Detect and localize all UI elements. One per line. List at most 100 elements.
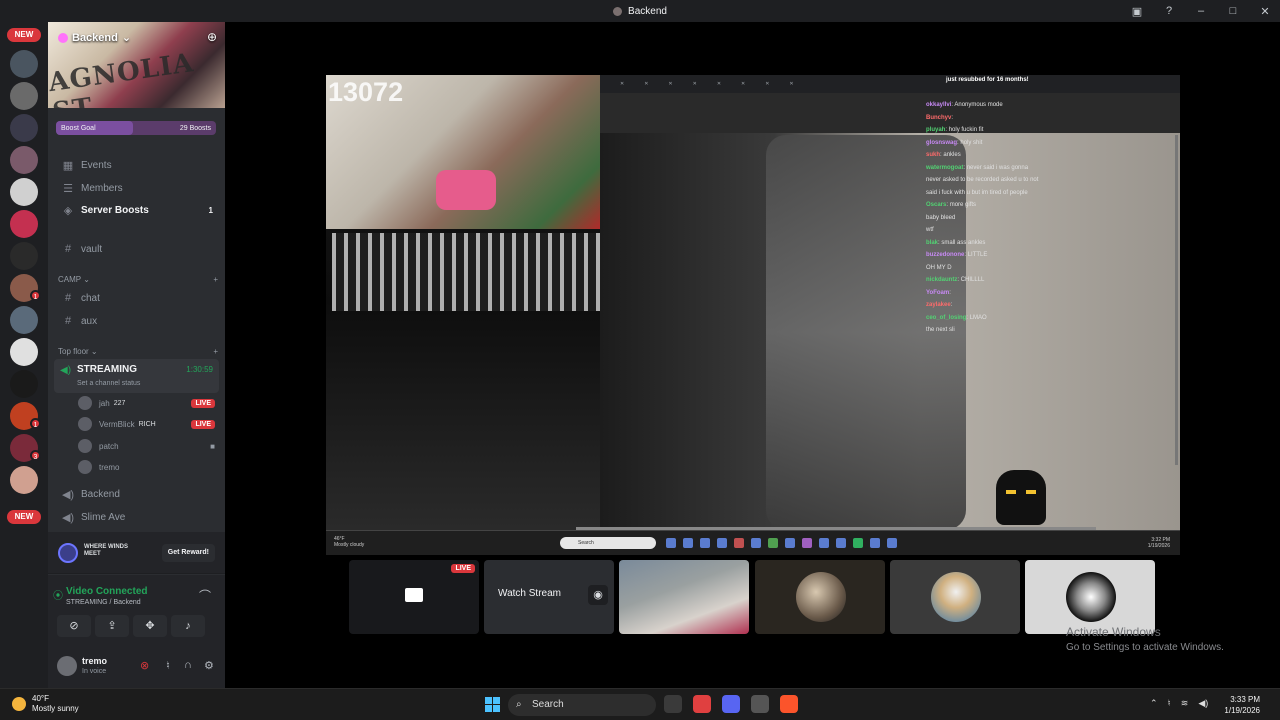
captured-browser-toolbar	[600, 93, 1180, 133]
voice-location[interactable]: STREAMING / Backend	[66, 599, 141, 606]
game-stream-tile[interactable]	[619, 560, 749, 634]
voice-member[interactable]: patch ■	[78, 437, 215, 455]
server-icon	[613, 6, 623, 16]
server-icon[interactable]	[10, 370, 38, 398]
participant-tile[interactable]	[890, 560, 1020, 634]
participant-tile[interactable]	[755, 560, 885, 634]
settings-gear-icon[interactable]: ⚙	[204, 659, 214, 672]
deafened-icon[interactable]: ⊗	[140, 659, 149, 672]
close-button[interactable]: ✕	[1258, 5, 1272, 18]
voice-channel-slime-ave[interactable]: ◀) Slime Ave	[56, 507, 219, 527]
app-icon[interactable]	[751, 695, 769, 713]
maximize-button[interactable]: □	[1226, 5, 1240, 17]
server-icon[interactable]	[10, 306, 38, 334]
chevron-up-icon[interactable]: ⌃	[1150, 698, 1158, 709]
headphones-icon[interactable]: ∩	[184, 659, 192, 671]
category-top-floor[interactable]: Top floor ⌄ +	[58, 344, 218, 358]
brave-icon[interactable]	[780, 695, 798, 713]
add-channel-icon[interactable]: +	[213, 347, 218, 356]
nav-server-boosts[interactable]: ◈ Server Boosts 1	[56, 200, 219, 220]
server-icon[interactable]	[10, 114, 38, 142]
channel-vault[interactable]: # vault	[56, 239, 219, 259]
voice-member[interactable]: jah 227 LIVE	[78, 394, 215, 412]
new-badge: NEW	[7, 28, 41, 42]
watch-stream-button[interactable]: Watch Stream	[498, 588, 561, 599]
camera-off-button[interactable]: ⊘	[57, 615, 91, 637]
server-icon[interactable]	[10, 178, 38, 206]
server-icon[interactable]	[10, 146, 38, 174]
discord-icon[interactable]	[722, 695, 740, 713]
popout-icon[interactable]: ◉	[588, 585, 608, 605]
server-icon[interactable]	[10, 210, 38, 238]
chat-message: okkayllvi: Anonymous mode	[926, 102, 1003, 108]
server-icon[interactable]	[10, 338, 38, 366]
microphone-icon[interactable]: ♮	[166, 659, 170, 672]
chat-message: baby bleed	[926, 214, 956, 221]
server-name[interactable]: Backend ⌄	[58, 31, 131, 44]
taskbar-apps	[664, 695, 798, 713]
search-icon: ⌕	[516, 699, 522, 710]
microphone-icon[interactable]: ♮	[1168, 698, 1171, 709]
stream-video[interactable]: ✕ ✕ ✕ ✕ ✕ ✕ ✕ ✕ 13072 just resubbed for 16 mont…	[326, 75, 1180, 555]
live-badge: LIVE	[191, 398, 215, 408]
watch-stream-tile: Watch Stream ◉	[484, 560, 614, 634]
taskbar-search[interactable]: ⌕ Search	[508, 694, 656, 716]
speaker-icon: ◀)	[61, 488, 75, 501]
chat-message: OH MY D	[926, 264, 952, 271]
help-icon[interactable]: ?	[1162, 5, 1176, 17]
boost-goal-bar[interactable]: Boost Goal 29 Boosts	[56, 121, 216, 135]
activities-button[interactable]: ✥	[133, 615, 167, 637]
invite-icon[interactable]: ⊕	[207, 30, 217, 44]
channel-aux[interactable]: # aux	[56, 311, 219, 331]
voice-member[interactable]: VermBlick RICH LIVE	[78, 415, 215, 433]
server-icon[interactable]	[10, 82, 38, 110]
voice-channel-backend[interactable]: ◀) Backend	[56, 484, 219, 504]
server-icon[interactable]	[10, 466, 38, 494]
calendar-icon: ▦	[62, 159, 74, 172]
participant-tile[interactable]	[1025, 560, 1155, 634]
username[interactable]: tremo	[82, 656, 107, 666]
inbox-icon[interactable]: ▣	[1130, 5, 1144, 18]
voice-member[interactable]: tremo	[78, 458, 215, 476]
volume-icon[interactable]: ◀)	[1198, 698, 1208, 709]
chat-message: YoFoam:	[926, 289, 951, 296]
window-controls: ▣ ? – □ ✕	[1130, 0, 1272, 22]
chat-message: nickdauntz: CHILLLL	[926, 277, 985, 283]
windows-start-icon[interactable]	[485, 697, 500, 712]
minimize-button[interactable]: –	[1194, 5, 1208, 17]
get-reward-button[interactable]: Get Reward!	[161, 544, 215, 562]
captured-clock: 3:32 PM 1/19/2026	[1147, 537, 1170, 549]
server-banner[interactable]: AGNOLIA ST Backend ⌄ ⊕	[48, 22, 225, 108]
server-icon[interactable]	[10, 50, 38, 78]
disconnect-icon[interactable]: ⌒	[199, 587, 211, 604]
chrome-icon[interactable]	[693, 695, 711, 713]
screen-share-button[interactable]: ⇪	[95, 615, 129, 637]
add-channel-icon[interactable]: +	[213, 275, 218, 284]
channel-chat[interactable]: # chat	[56, 288, 219, 308]
batman-figure	[996, 470, 1046, 525]
task-view-icon[interactable]	[664, 695, 682, 713]
nav-events[interactable]: ▦ Events	[56, 155, 219, 175]
voice-channel-streaming[interactable]: ◀) STREAMING 1:30:59 Set a channel statu…	[54, 359, 219, 393]
signal-icon[interactable]: ⦿	[53, 587, 63, 602]
screen-share-tile[interactable]: LIVE	[349, 560, 479, 634]
chat-message: blak: small ass ankles	[926, 239, 986, 246]
avatar	[1066, 572, 1116, 622]
channel-status[interactable]: Set a channel status	[77, 380, 140, 387]
user-status: In voice	[82, 668, 107, 675]
system-tray: ⌃ ♮ ≋ ◀)	[1150, 698, 1208, 709]
avatar[interactable]	[57, 656, 77, 676]
server-icon[interactable]	[10, 242, 38, 270]
weather-widget[interactable]: 40°F Mostly sunny	[12, 694, 79, 714]
os-taskbar: 40°F Mostly sunny ⌕ Search ⌃ ♮ ≋ ◀) 3:33…	[0, 688, 1280, 720]
category-camp[interactable]: CAMP ⌄ +	[58, 272, 218, 286]
vertical-scrollbar	[1175, 135, 1178, 465]
server-rail: NEW 1 1 3 NEW	[0, 22, 48, 688]
streamer-webcam: 13072	[326, 75, 600, 229]
soundboard-button[interactable]: ♪	[171, 615, 205, 637]
wifi-icon[interactable]: ≋	[1181, 698, 1189, 709]
nav-members[interactable]: ☰ Members	[56, 178, 219, 198]
avatar	[931, 572, 981, 622]
taskbar-clock[interactable]: 3:33 PM 1/19/2026	[1224, 694, 1260, 716]
title-bar: Backend ▣ ? – □ ✕	[0, 0, 1280, 22]
